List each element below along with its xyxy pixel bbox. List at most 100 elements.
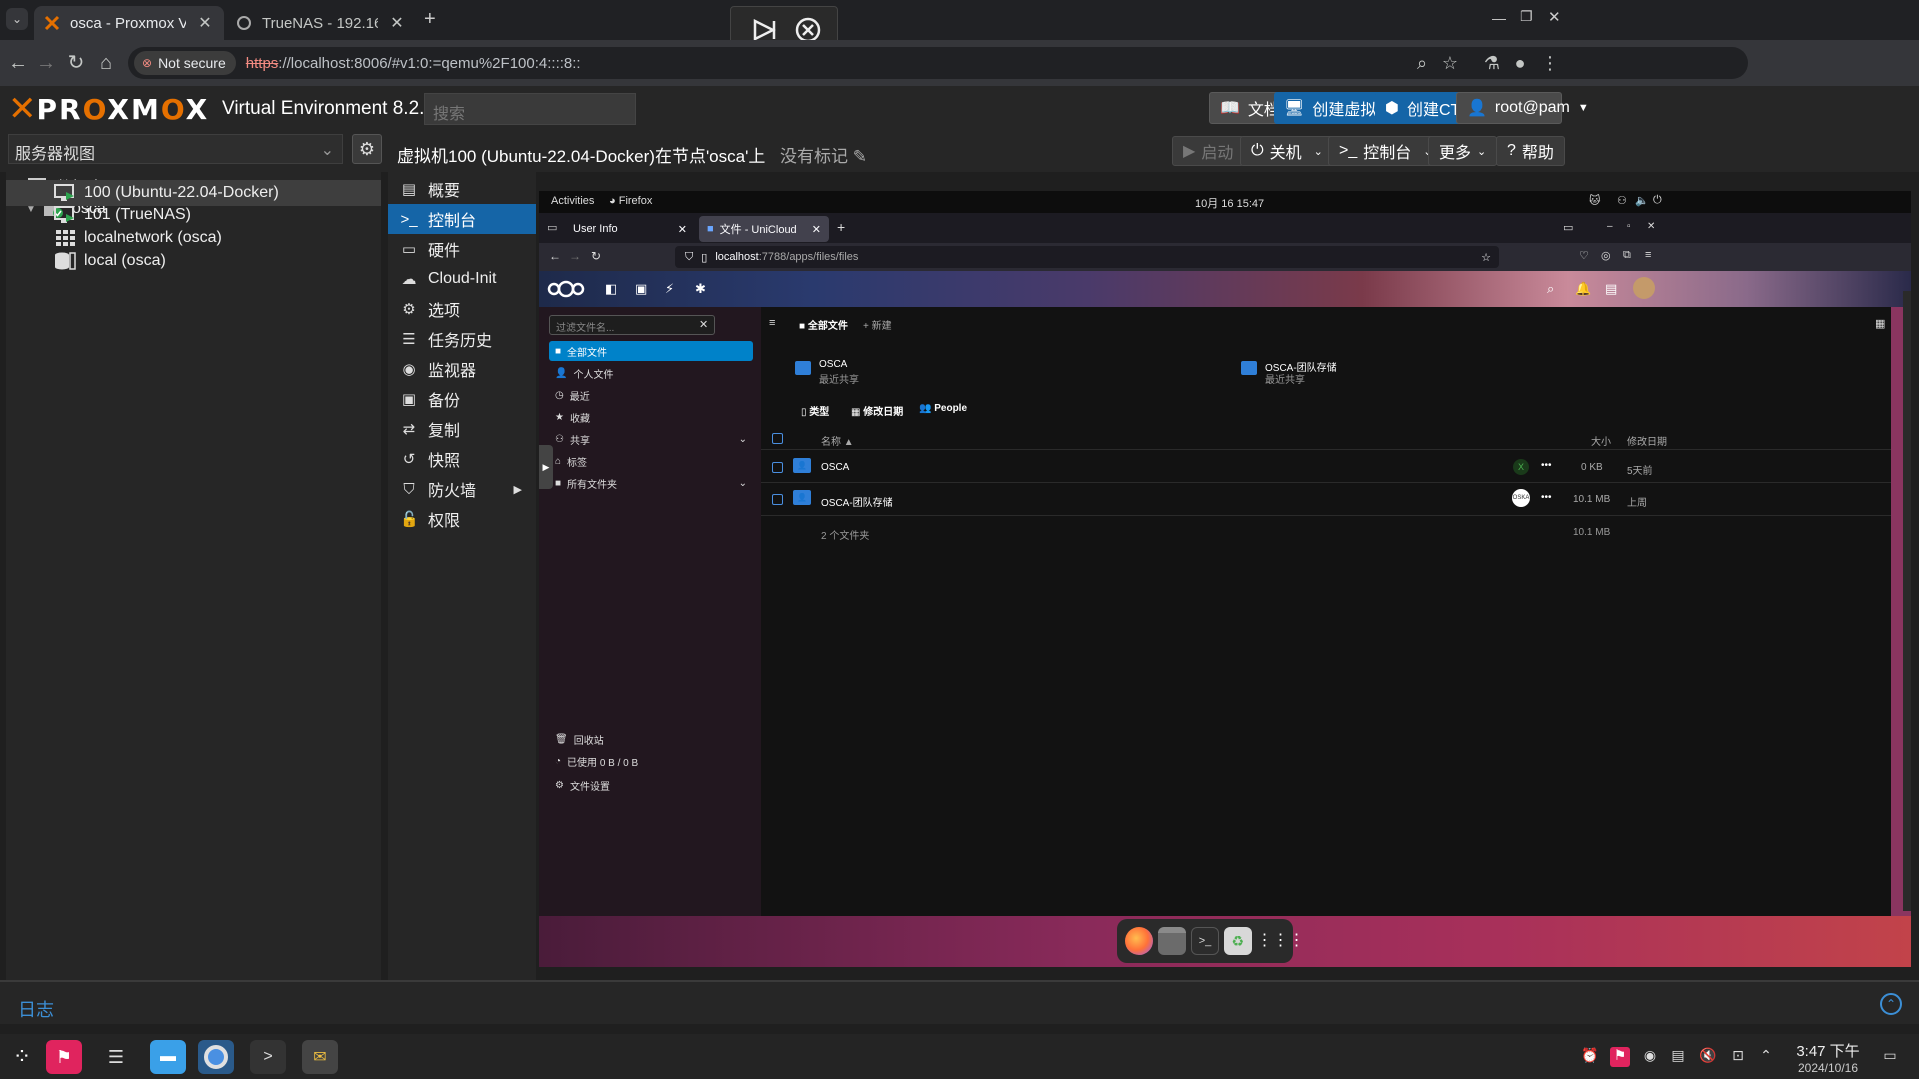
user-menu-button[interactable]: 👤 root@pam ▼	[1456, 92, 1589, 124]
close-window-icon[interactable]: ✕	[1647, 221, 1655, 232]
more-button[interactable]: 更多 ⌄	[1428, 136, 1498, 166]
tray-expand-icon[interactable]: ⌃	[1756, 1047, 1776, 1067]
minimize-window-icon[interactable]: —	[1492, 10, 1506, 26]
dashboard-app-icon[interactable]: ◧	[605, 281, 617, 297]
no-tags-label[interactable]: 没有标记 ✎	[780, 142, 867, 167]
tray-volume-icon[interactable]: 🔇	[1698, 1047, 1718, 1067]
not-secure-badge[interactable]: ⊗ Not secure	[134, 51, 236, 75]
close-tab-icon[interactable]: ✕	[196, 13, 214, 33]
breadcrumb[interactable]: ■ 全部文件	[799, 317, 848, 332]
trash-recycle-icon[interactable]: ♻	[1223, 927, 1252, 955]
search-app-icon[interactable]: ✱	[695, 281, 706, 297]
chevron-down-icon[interactable]: ⌄	[1314, 145, 1323, 158]
nav-favorites[interactable]: ★ 收藏	[549, 407, 753, 427]
browser-tab-proxmox[interactable]: osca - Proxmox Virtual Env ✕	[34, 6, 224, 40]
url-text[interactable]: https://localhost:8006/#v1:0:=qemu%2F100…	[246, 55, 581, 72]
menu-item-options[interactable]: ⚙ 选项	[388, 294, 536, 324]
menu-item-summary[interactable]: ▤ 概要	[388, 174, 536, 204]
minimize-window-icon[interactable]: –	[1607, 221, 1613, 232]
ff-url-bar[interactable]: ⛉ ▯ localhost:7788/apps/files/files ☆	[675, 246, 1499, 268]
bookmark-star-icon[interactable]: ☆	[1481, 251, 1491, 264]
photos-app-icon[interactable]: ▣	[635, 281, 647, 297]
menu-item-firewall[interactable]: ⛉ 防火墙 ▶	[388, 474, 536, 504]
tray-app-icon[interactable]: ⚑	[1610, 1047, 1630, 1067]
bookmark-star-icon[interactable]: ☆	[1438, 51, 1462, 75]
home-icon[interactable]: ⌂	[94, 51, 118, 75]
volume-icon[interactable]: 🔈	[1635, 194, 1649, 207]
files-folder-icon[interactable]	[1158, 927, 1187, 955]
zoom-icon[interactable]: ⌕	[1410, 51, 1434, 75]
address-bar[interactable]: ⊗ Not secure https://localhost:8006/#v1:…	[128, 47, 1748, 79]
maximize-window-icon[interactable]: ▫	[1627, 221, 1631, 232]
menu-icon[interactable]: ≡	[1645, 249, 1651, 261]
app-grid-icon[interactable]: ⋮⋮⋮	[1257, 927, 1305, 955]
send-arrow-icon[interactable]	[753, 19, 777, 41]
sidebar-toggle-handle[interactable]: ▶	[539, 445, 553, 489]
column-modified-header[interactable]: 修改日期	[1627, 433, 1667, 448]
tray-network-icon[interactable]: ⊡	[1728, 1047, 1748, 1067]
nav-all-folders[interactable]: ■ 所有文件夹 ⌄	[549, 473, 753, 493]
menu-item-permissions[interactable]: 🔓 权限	[388, 504, 536, 534]
forward-arrow-icon[interactable]: →	[569, 249, 581, 263]
new-tab-plus-icon[interactable]: +	[424, 8, 436, 31]
nav-shares[interactable]: ⚇ 共享 ⌄	[549, 429, 753, 449]
app-menu[interactable]: ◕ Firefox	[609, 195, 652, 207]
search-icon[interactable]: ⌕	[1547, 281, 1554, 297]
new-button[interactable]: + 新建	[863, 317, 892, 332]
nav-trash[interactable]: 🗑 回收站	[549, 729, 753, 749]
tab-search-chevron-icon[interactable]: ⌄	[6, 8, 28, 30]
menu-item-hardware[interactable]: ▭ 硬件	[388, 234, 536, 264]
firefox-icon[interactable]	[1125, 927, 1154, 955]
proxmox-logo[interactable]: ✕ PROXMOX	[8, 92, 209, 126]
reload-icon[interactable]: ↻	[591, 249, 601, 263]
menu-item-cloud-init[interactable]: ☁ Cloud-Init	[388, 264, 536, 294]
close-tab-icon[interactable]: ✕	[678, 223, 687, 236]
browser-menu-icon[interactable]: ⋮	[1538, 51, 1562, 75]
terminal-icon[interactable]: >	[250, 1040, 286, 1074]
shield-icon[interactable]: ⛉	[685, 251, 693, 264]
system-settings-icon[interactable]: ☰	[98, 1040, 134, 1074]
contacts-icon[interactable]: ▤	[1605, 281, 1617, 297]
chromium-icon[interactable]	[198, 1040, 234, 1074]
profile-icon[interactable]: ●	[1508, 51, 1532, 75]
app-launcher-icon[interactable]: ⁘	[4, 1040, 40, 1074]
menu-item-snapshots[interactable]: ↺ 快照	[388, 444, 536, 474]
mail-app-icon[interactable]: ✉	[302, 1040, 338, 1074]
labs-flask-icon[interactable]: ⚗	[1480, 51, 1504, 75]
expand-arrow-icon[interactable]: ▶	[514, 483, 522, 496]
toggle-navigation-icon[interactable]: ≡	[769, 317, 775, 329]
search-input[interactable]: 搜索	[424, 93, 636, 125]
filter-type-button[interactable]: ▯ 类型	[801, 403, 829, 418]
filter-files-input[interactable]: 过滤文件名...	[549, 315, 715, 335]
menu-item-replication[interactable]: ⇄ 复制	[388, 414, 536, 444]
grid-view-icon[interactable]: ▦	[1875, 317, 1885, 330]
vm-console-screen[interactable]: Activities ◕ Firefox 10月 16 15:47 🐱 ⚇ 🔈 …	[539, 191, 1911, 967]
menu-item-monitor[interactable]: ◉ 监视器	[388, 354, 536, 384]
close-window-icon[interactable]: ✕	[1548, 8, 1561, 26]
log-label[interactable]: 日志	[18, 996, 54, 1022]
more-actions-icon[interactable]: •••	[1541, 460, 1552, 471]
pencil-icon[interactable]: ✎	[853, 147, 867, 166]
clear-filter-icon[interactable]: ✕	[699, 318, 708, 331]
row-checkbox[interactable]	[772, 462, 783, 473]
nav-all-files[interactable]: ■ 全部文件	[549, 341, 753, 361]
help-button[interactable]: ? 帮助	[1496, 136, 1565, 166]
forward-arrow-icon[interactable]: →	[34, 51, 58, 75]
column-size-header[interactable]: 大小	[1591, 433, 1611, 448]
menu-item-backup[interactable]: ▣ 备份	[388, 384, 536, 414]
menu-item-task-history[interactable]: ☰ 任务历史	[388, 324, 536, 354]
avatar[interactable]	[1633, 277, 1655, 299]
chevron-down-icon[interactable]: ⌄	[739, 478, 747, 489]
extensions-icon[interactable]: ⧉	[1623, 249, 1631, 262]
network-icon[interactable]: ⚇	[1617, 194, 1627, 207]
nextcloud-logo-icon[interactable]	[547, 279, 585, 299]
view-selector[interactable]: 服务器视图 ⌄	[8, 134, 343, 164]
filter-modified-button[interactable]: ▦ 修改日期	[851, 403, 903, 418]
terminal-icon[interactable]: >_	[1190, 927, 1219, 955]
app-pink-icon[interactable]: ⚑	[46, 1040, 82, 1074]
tray-alarm-icon[interactable]: ⏰	[1580, 1047, 1600, 1067]
list-all-tabs-icon[interactable]: ▭	[1563, 221, 1573, 234]
firefox-view-icon[interactable]: ▭	[547, 221, 557, 234]
nav-personal-files[interactable]: 👤 个人文件	[549, 363, 753, 383]
show-desktop-icon[interactable]: ▭	[1880, 1047, 1900, 1067]
